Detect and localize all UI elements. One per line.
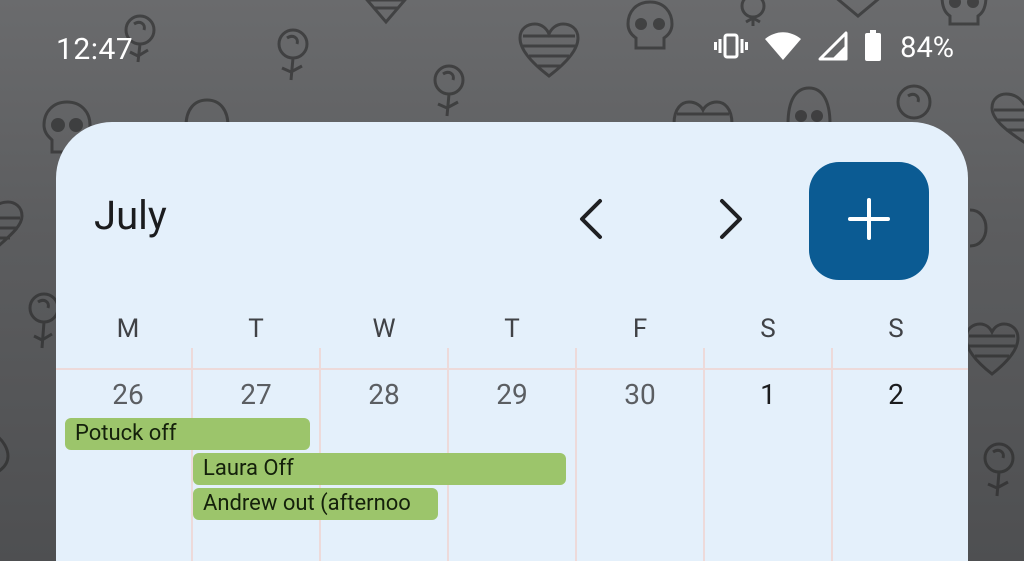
weekday-label: W [372, 314, 396, 344]
event-chip-laura-off[interactable]: Laura Off [193, 453, 566, 485]
rose-icon [976, 440, 1022, 502]
day-cell-date[interactable]: 28 [320, 378, 448, 411]
status-bar: 12:47 84% [0, 0, 1024, 100]
heart-icon [964, 320, 1020, 378]
weekday-label: S [760, 314, 776, 344]
plus-icon [847, 197, 891, 245]
add-event-button[interactable] [809, 162, 929, 280]
weekday-label: T [504, 314, 520, 344]
cell-signal-icon [818, 31, 848, 65]
battery-percent: 84% [900, 31, 954, 65]
next-week-button[interactable] [704, 194, 758, 248]
wifi-icon [764, 31, 802, 65]
weekday-label: S [888, 314, 904, 344]
weekday-label: T [248, 314, 264, 344]
heart-icon [0, 430, 14, 480]
month-title[interactable]: July [94, 192, 167, 239]
chevron-left-icon [576, 197, 606, 245]
rose-icon [970, 206, 990, 256]
vibrate-icon [714, 33, 749, 63]
day-cell-date[interactable]: 2 [832, 378, 960, 411]
chevron-right-icon [716, 197, 746, 245]
day-cell-date[interactable]: 29 [448, 378, 576, 411]
weekday-label: F [632, 314, 648, 344]
calendar-widget[interactable]: July M T W T F S S 26 27 28 29 30 1 2 Po… [56, 122, 968, 561]
heart-icon [0, 198, 30, 258]
event-chip-potuck-off[interactable]: Potuck off [65, 418, 310, 450]
weekday-label: M [116, 314, 140, 344]
status-icons: 84% [714, 30, 954, 66]
day-cell-date[interactable]: 1 [704, 378, 832, 411]
day-cell-date[interactable]: 26 [64, 378, 192, 411]
battery-icon [864, 30, 882, 66]
day-cell-date[interactable]: 30 [576, 378, 704, 411]
previous-week-button[interactable] [564, 194, 618, 248]
event-chip-andrew-out[interactable]: Andrew out (afternoo [193, 488, 438, 520]
status-time: 12:47 [56, 32, 134, 67]
day-cell-date[interactable]: 27 [192, 378, 320, 411]
